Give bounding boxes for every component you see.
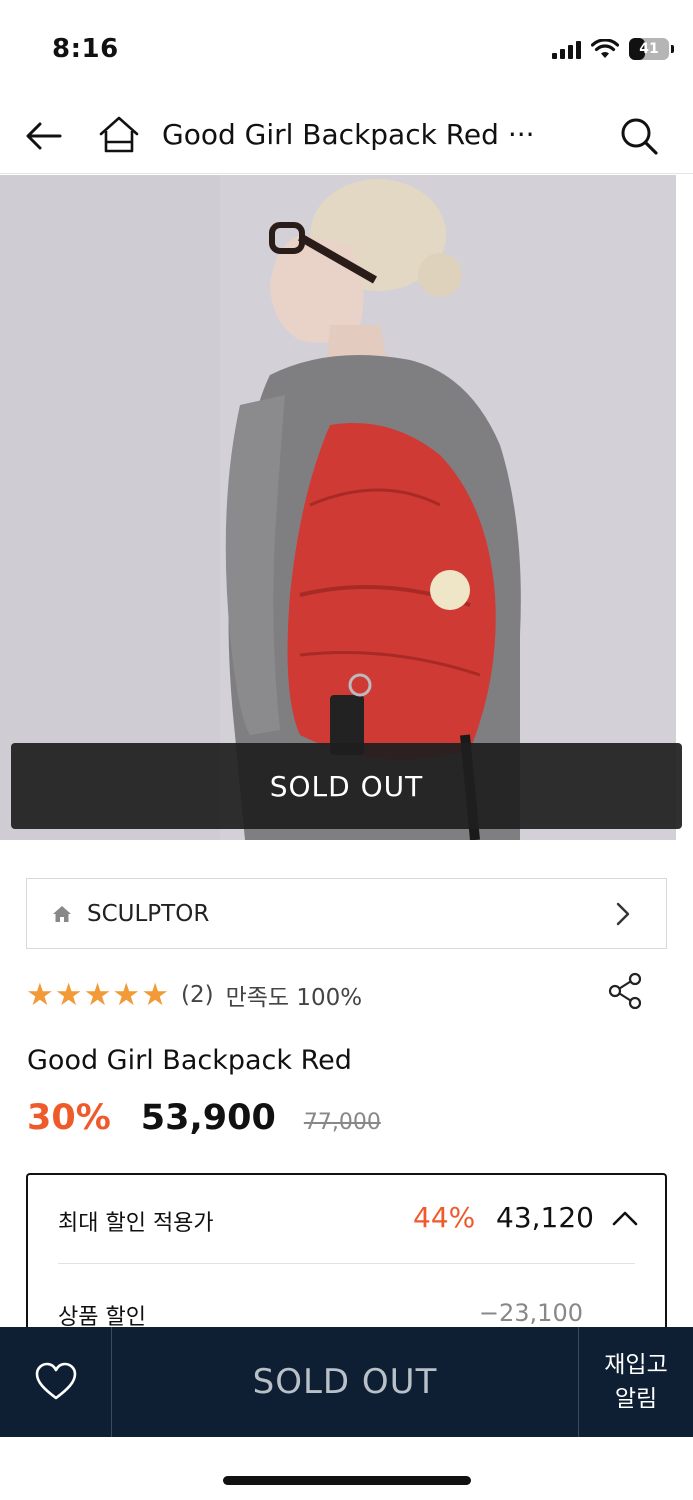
star-icon: ★ (83, 976, 112, 1013)
star-icon: ★ (112, 976, 141, 1013)
home-icon[interactable] (96, 112, 142, 158)
rating-summary[interactable]: ★ ★ ★ ★ ★ (2) 만족도 100% (26, 975, 362, 1015)
status-icons: 41 (552, 38, 674, 60)
max-discount-rate: 44% (413, 1201, 476, 1234)
page-title: Good Girl Backpack Red ··· (162, 118, 535, 151)
bottom-action-bar: SOLD OUT 재입고 알림 (0, 1327, 693, 1437)
discount-rate: 30% (27, 1098, 111, 1138)
heart-icon (35, 1362, 76, 1400)
battery-percent: 41 (639, 41, 659, 57)
brand-home-icon (53, 905, 71, 922)
price-row: 30% 53,900 77,000 (27, 1098, 381, 1138)
product-name: Good Girl Backpack Red (27, 1045, 352, 1076)
review-count: (2) (180, 982, 214, 1008)
restock-label-line2: 알림 (614, 1386, 658, 1412)
divider (58, 1263, 635, 1264)
status-bar: 8:16 41 (0, 0, 693, 100)
top-navigation: Good Girl Backpack Red ··· (0, 100, 693, 174)
star-rating: ★ ★ ★ ★ ★ (26, 976, 169, 1013)
sale-price: 53,900 (140, 1098, 276, 1138)
satisfaction-rate: 만족도 100% (225, 985, 363, 1011)
search-icon[interactable] (617, 114, 661, 158)
restock-alert-button[interactable]: 재입고 알림 (579, 1327, 693, 1437)
brand-name: SCULPTOR (87, 900, 210, 927)
product-photo (0, 175, 676, 840)
star-icon: ★ (26, 976, 54, 1013)
battery-icon: 41 (629, 38, 674, 60)
sold-out-button[interactable]: SOLD OUT (112, 1327, 579, 1437)
original-price: 77,000 (303, 1110, 381, 1135)
star-icon: ★ (141, 976, 169, 1013)
wifi-icon (591, 39, 619, 58)
brand-shop-link[interactable]: SCULPTOR (26, 878, 667, 949)
restock-label-line1: 재입고 (604, 1352, 668, 1378)
status-time: 8:16 (52, 34, 119, 64)
product-image[interactable] (0, 175, 676, 840)
star-icon: ★ (54, 976, 83, 1013)
chevron-right-icon (616, 902, 630, 926)
home-indicator (223, 1476, 471, 1485)
back-arrow-icon[interactable] (22, 114, 66, 158)
share-icon[interactable] (606, 972, 644, 1010)
sold-out-overlay: SOLD OUT (11, 743, 682, 829)
wishlist-button[interactable] (0, 1327, 112, 1437)
chevron-up-icon[interactable] (610, 1207, 640, 1229)
max-discount-label: 최대 할인 적용가 (58, 1211, 214, 1236)
cellular-signal-icon (552, 39, 581, 59)
product-discount-value: −23,100 (478, 1299, 583, 1327)
max-discount-panel: 최대 할인 적용가 44% 43,120 상품 할인 −23,100 (26, 1173, 667, 1353)
max-discount-price: 43,120 (496, 1201, 594, 1234)
